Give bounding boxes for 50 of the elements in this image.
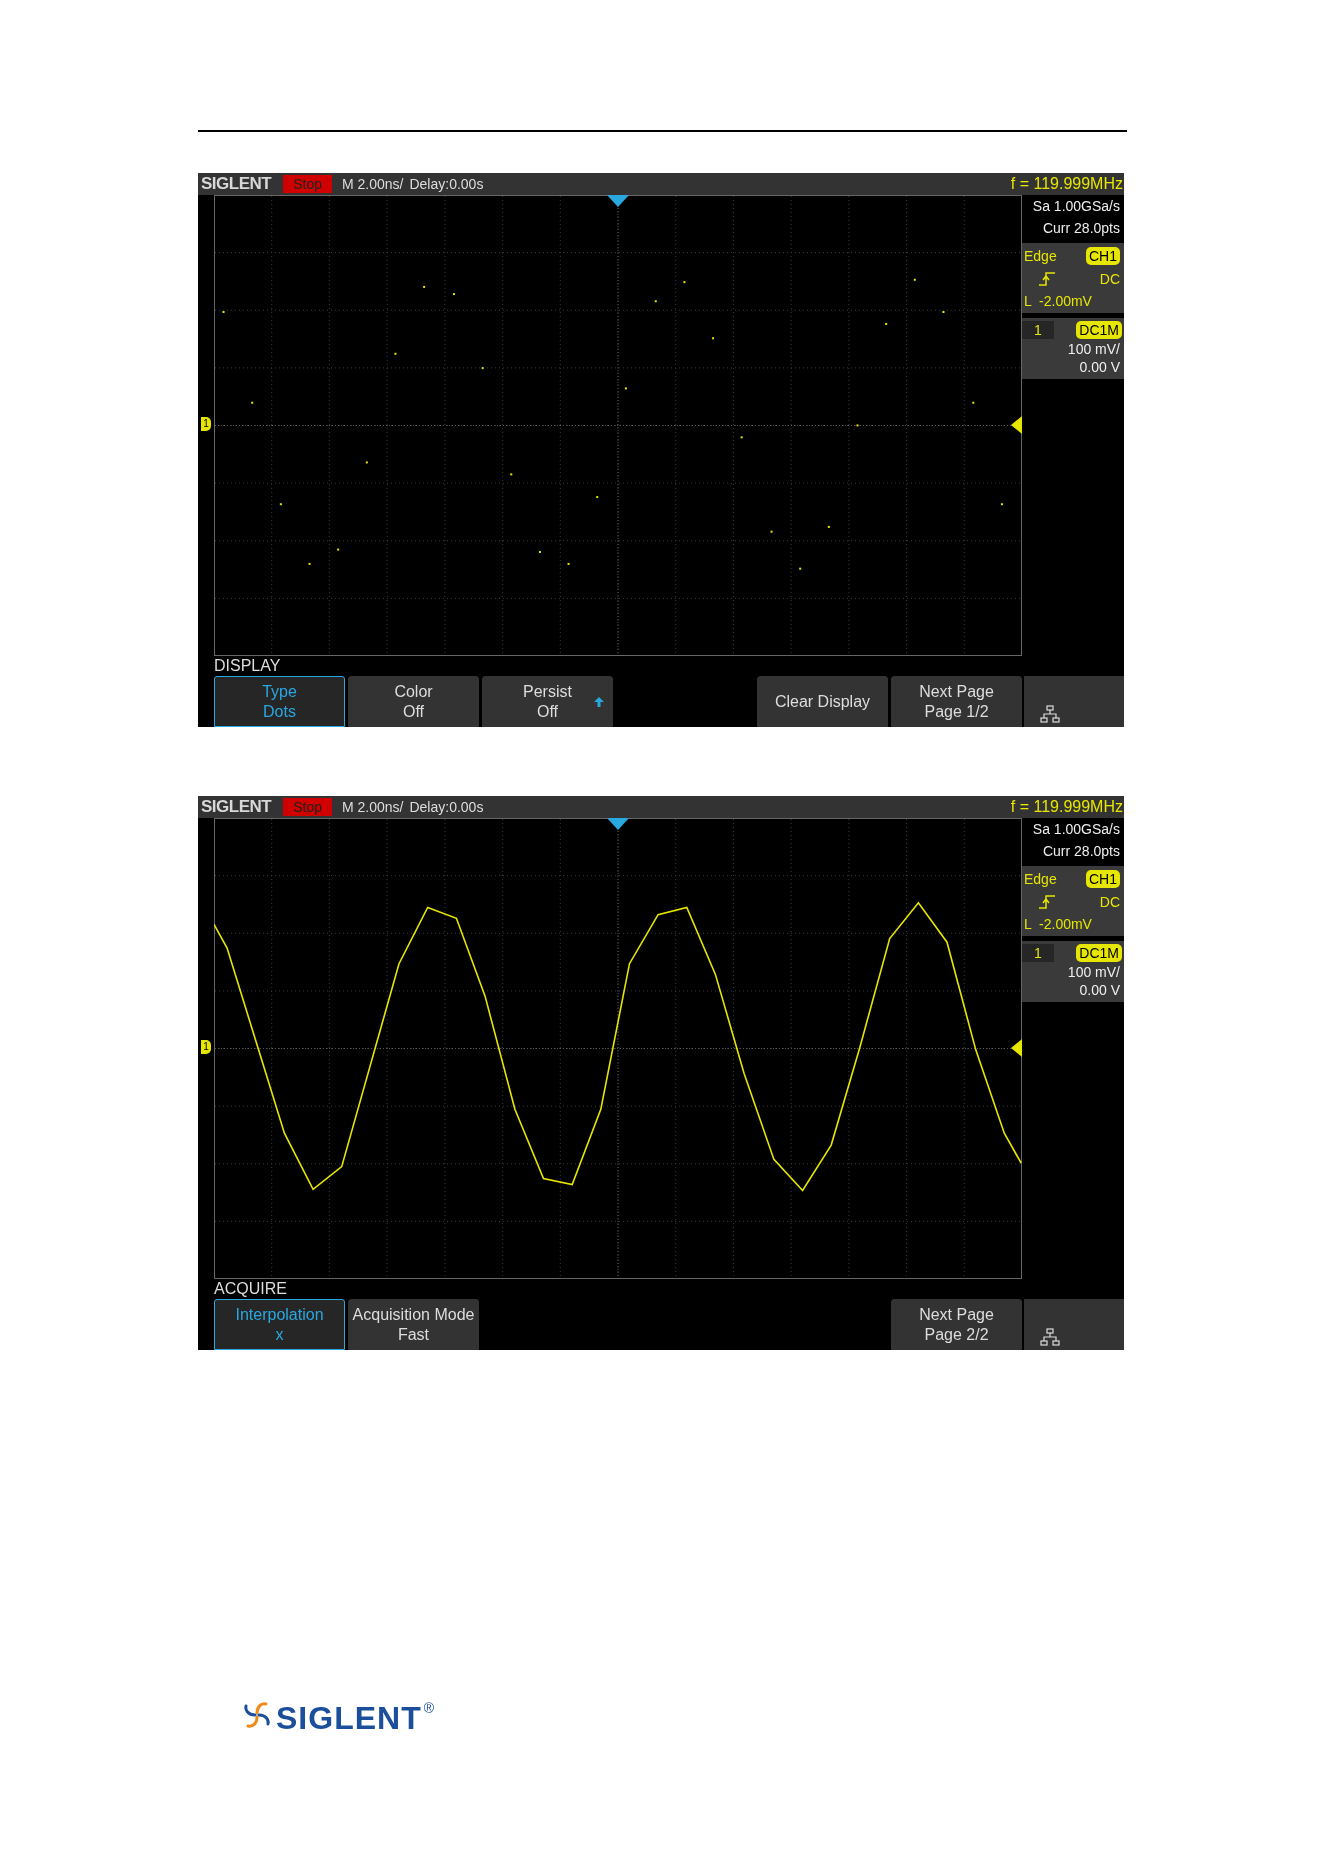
brand-logo: SIGLENT: [201, 174, 272, 194]
trigger-level: L -2.00mV: [1024, 293, 1092, 309]
trigger-type: Edge: [1024, 871, 1057, 887]
channel-number: 1: [1022, 321, 1054, 339]
channel-scale: 100 mV/: [1066, 964, 1121, 980]
sample-rate: Sa 1.00GSa/s: [1031, 197, 1121, 216]
network-icon: [1040, 1328, 1060, 1346]
softkey-button[interactable]: Type Dots: [214, 676, 345, 727]
rising-edge-icon: [1038, 271, 1056, 287]
menu-title: DISPLAY: [214, 656, 282, 676]
softkey-button[interactable]: Clear Display: [757, 676, 888, 727]
channel-coupling: DC1M: [1076, 944, 1122, 962]
run-state: Stop: [283, 175, 332, 193]
registered-mark: ®: [423, 1700, 434, 1716]
softkey-button[interactable]: Next Page Page 1/2: [891, 676, 1022, 727]
sample-rate: Sa 1.00GSa/s: [1031, 820, 1121, 839]
delay: Delay:0.00s: [409, 799, 484, 815]
trigger-coupling: DC: [1099, 894, 1120, 910]
softkey-button[interactable]: Next Page Page 2/2: [891, 1299, 1022, 1350]
trigger-type: Edge: [1024, 248, 1057, 264]
softkey-button[interactable]: Persist Off: [482, 676, 613, 727]
run-state: Stop: [283, 798, 332, 816]
channel-number: 1: [1022, 944, 1054, 962]
trigger-level-icon: [1011, 416, 1022, 434]
trigger-source: CH1: [1086, 870, 1120, 888]
channel-marker: 1: [201, 1040, 211, 1054]
channel-coupling: DC1M: [1076, 321, 1122, 339]
frequency: f = 119.999MHz: [1010, 798, 1124, 816]
trigger-level: L -2.00mV: [1024, 916, 1092, 932]
frequency: f = 119.999MHz: [1010, 175, 1124, 193]
channel-offset: 0.00 V: [1078, 359, 1121, 375]
brand-logo: SIGLENT: [201, 797, 272, 817]
channel-offset: 0.00 V: [1078, 982, 1121, 998]
memory-depth: Curr 28.0pts: [1041, 842, 1121, 861]
channel-scale: 100 mV/: [1066, 341, 1121, 357]
network-icon: [1040, 705, 1060, 723]
delay: Delay:0.00s: [409, 176, 484, 192]
trigger-source: CH1: [1086, 247, 1120, 265]
footer-logo: SIGLENT: [276, 1700, 422, 1736]
trigger-level-icon: [1011, 1039, 1022, 1057]
timebase: M 2.00ns/: [342, 176, 404, 192]
softkey-button[interactable]: Interpolation x: [214, 1299, 345, 1350]
timebase: M 2.00ns/: [342, 799, 404, 815]
channel-marker: 1: [201, 417, 211, 431]
menu-title: ACQUIRE: [214, 1279, 288, 1299]
softkey-button[interactable]: Color Off: [348, 676, 479, 727]
trigger-coupling: DC: [1099, 271, 1120, 287]
softkey-button[interactable]: Acquisition Mode Fast: [348, 1299, 479, 1350]
rising-edge-icon: [1038, 894, 1056, 910]
memory-depth: Curr 28.0pts: [1041, 219, 1121, 238]
